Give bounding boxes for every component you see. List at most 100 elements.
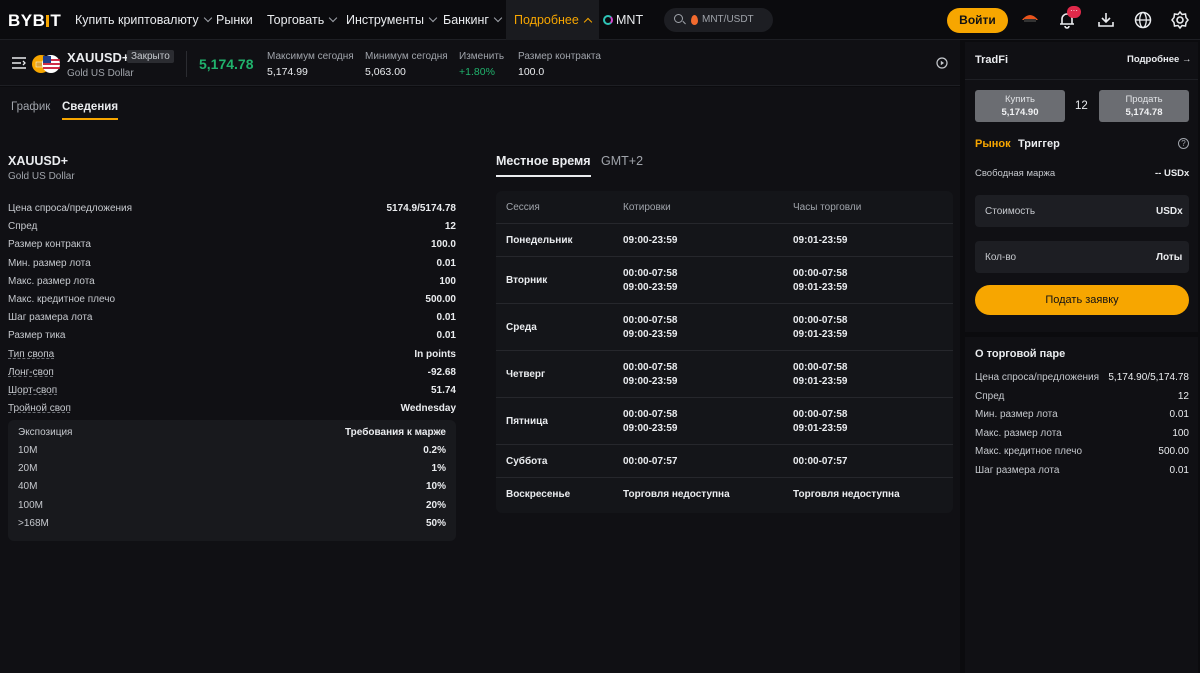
search-icon: [674, 14, 683, 23]
search-input[interactable]: MNT/USDT: [664, 8, 773, 32]
schedule-day: Вторник: [506, 274, 548, 286]
nav-more[interactable]: Подробнее: [506, 0, 599, 40]
sell-price: 5,174.78: [1125, 107, 1163, 118]
tab-market[interactable]: Рынок: [975, 138, 1011, 150]
more-link[interactable]: Подробнее →: [1127, 54, 1191, 65]
avatar[interactable]: [1019, 8, 1039, 28]
schedule-day: Пятница: [506, 415, 548, 427]
nav-buy-crypto[interactable]: Купить криптовалюту: [75, 13, 212, 27]
spec-label[interactable]: Лонг-своп: [8, 367, 54, 378]
download-icon[interactable]: [1096, 10, 1116, 30]
bell-icon[interactable]: ···: [1057, 6, 1081, 30]
spec-label[interactable]: Тип свопа: [8, 349, 54, 360]
login-button[interactable]: Войти: [947, 8, 1008, 33]
spec-label: Размер контракта: [8, 239, 91, 251]
tab-local-time[interactable]: Местное время: [496, 154, 591, 177]
play-icon[interactable]: [936, 57, 948, 72]
margin-requirement: 20%: [425, 499, 446, 511]
schedule-trading: Торговля недоступна: [793, 488, 900, 502]
margin-header-requirement: Требования к марже: [344, 427, 446, 438]
tab-trigger[interactable]: Триггер: [1018, 138, 1060, 150]
quote-hours: 09:00-23:59: [623, 422, 678, 434]
pair-flag-icons: [31, 53, 61, 78]
main-content: График Сведения XAUUSD+ Gold US Dollar Ц…: [0, 87, 960, 673]
spec-label: Шаг размера лота: [8, 312, 93, 324]
schedule-trading: 00:00-07:57: [793, 455, 847, 469]
schedule-quotes: 00:00-07:58 09:00-23:59: [623, 314, 677, 342]
schedule-quotes: 00:00-07:58 09:00-23:59: [623, 361, 677, 389]
schedule-quotes: 00:00-07:57: [623, 455, 677, 469]
menu-icon[interactable]: [12, 57, 26, 72]
chevron-up-icon: [583, 17, 593, 27]
spec-value: In points: [414, 348, 456, 360]
search-text: MNT/USDT: [702, 14, 754, 25]
nav-tools[interactable]: Инструменты: [346, 13, 438, 27]
spec-label: Макс. кредитное плечо: [8, 294, 116, 305]
nav-buy-crypto-label: Купить криптовалюту: [75, 13, 199, 27]
pair-info-value: 0.01: [1169, 409, 1189, 421]
pair-info-value: 0.01: [1169, 465, 1189, 476]
margin-table-header: Экспозиция Требования к марже: [18, 427, 446, 445]
spec-row: Макс. размер лота 100: [8, 276, 456, 294]
margin-row: 100M 20%: [18, 500, 446, 518]
top-navbar: BYB T Купить криптовалюту Рынки Торговать…: [0, 0, 1200, 40]
spec-label: Макс. размер лота: [8, 275, 95, 287]
trading-hours: 00:00-07:58: [793, 408, 848, 420]
divider: [965, 79, 1198, 80]
tab-chart[interactable]: График: [11, 101, 50, 113]
stat-high-label: Максимум сегодня: [267, 51, 354, 62]
pair-info-label: Цена спроса/предложения: [975, 372, 1100, 383]
stat-change-label: Изменить: [459, 51, 505, 62]
spec-label[interactable]: Шорт-своп: [8, 385, 57, 396]
schedule-row: Суббота 00:00-07:57 00:00-07:57: [496, 444, 953, 477]
pair-info-label: Шаг размера лота: [975, 465, 1060, 476]
spec-row: Макс. кредитное плечо 500.00: [8, 294, 456, 312]
nav-mnt[interactable]: MNT: [603, 13, 643, 27]
help-icon[interactable]: ?: [1178, 138, 1189, 149]
trading-hours: 09:01-23:59: [793, 422, 848, 434]
spec-row: Размер контракта 100.0: [8, 239, 456, 257]
schedule-quotes: 09:00-23:59: [623, 234, 677, 248]
hot-flame-icon: [691, 15, 698, 25]
buy-price: 5,174.90: [1001, 107, 1039, 118]
mnt-logo-icon: [603, 15, 613, 25]
tab-details[interactable]: Сведения: [62, 101, 119, 120]
spec-value: -92.68: [427, 366, 456, 378]
bybit-logo[interactable]: BYB T: [8, 11, 61, 31]
trading-hours: 00:00-07:58: [793, 314, 848, 326]
stat-contract-value: 100.0: [518, 66, 545, 78]
divider: [186, 51, 187, 77]
schedule-trading: 00:00-07:58 09:01-23:59: [793, 408, 847, 436]
notification-badge: ···: [1067, 6, 1081, 18]
quote-hours: 09:00-23:59: [623, 281, 678, 293]
margin-requirement: 0.2%: [423, 445, 446, 456]
globe-icon[interactable]: [1133, 10, 1153, 30]
submit-order-button[interactable]: Подать заявку: [975, 285, 1189, 315]
tab-gmt[interactable]: GMT+2: [601, 154, 643, 168]
nav-markets[interactable]: Рынки: [216, 13, 253, 27]
quantity-placeholder: Кол-во: [985, 252, 1017, 263]
nav-banking[interactable]: Банкинг: [443, 13, 503, 27]
quote-hours: 00:00-07:57: [623, 455, 678, 467]
pair-info-title: О торговой паре: [975, 348, 1066, 360]
nav-markets-label: Рынки: [216, 13, 253, 27]
free-margin-label: Свободная маржа: [975, 168, 1056, 179]
schedule-trading: 00:00-07:58 09:01-23:59: [793, 361, 847, 389]
trading-hours: 09:01-23:59: [793, 234, 848, 246]
spec-label[interactable]: Тройной своп: [8, 403, 71, 414]
trading-hours: 09:01-23:59: [793, 328, 848, 340]
details-symbol: XAUUSD+: [8, 154, 69, 168]
margin-row: >168M 50%: [18, 518, 446, 536]
sell-button[interactable]: Продать 5,174.78: [1099, 90, 1189, 122]
settings-gear-icon[interactable]: [1170, 10, 1190, 30]
cost-input[interactable]: Стоимость USDx: [975, 195, 1189, 227]
margin-row: 20M 1%: [18, 463, 446, 481]
stat-high-value: 5,174.99: [267, 66, 308, 78]
buy-button[interactable]: Купить 5,174.90: [975, 90, 1065, 122]
quantity-input[interactable]: Кол-во Лоты: [975, 241, 1189, 273]
nav-mnt-label: MNT: [616, 13, 644, 27]
nav-trade[interactable]: Торговать: [267, 13, 338, 27]
chevron-down-icon: [203, 13, 212, 23]
spec-value: 0.01: [436, 312, 456, 324]
ticker-symbol[interactable]: XAUUSD+: [67, 50, 130, 65]
